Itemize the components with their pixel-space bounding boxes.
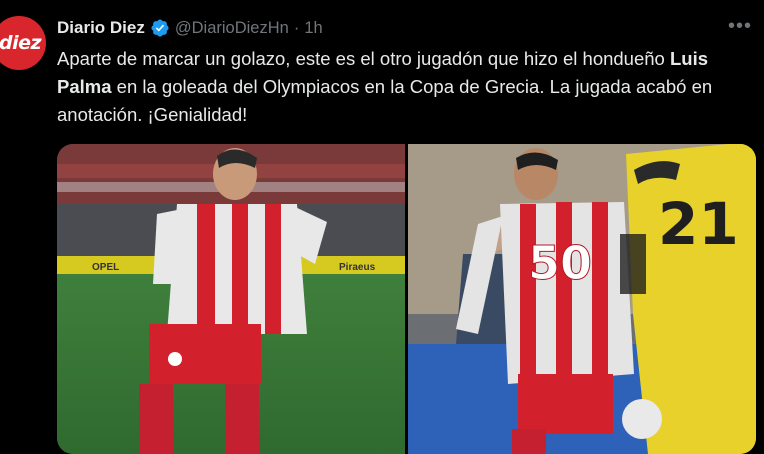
jersey-number-player: 50: [528, 236, 592, 290]
verified-badge-icon[interactable]: [150, 18, 170, 38]
tweet-header: Diario Diez @DiarioDiezHn · 1h: [57, 15, 764, 41]
board-text-left: OPEL: [92, 262, 119, 273]
tweet-text-part1: Aparte de marcar un golazo, este es el o…: [57, 48, 670, 69]
tweet-text: Aparte de marcar un golazo, este es el o…: [57, 45, 747, 129]
tweet-timestamp[interactable]: 1h: [304, 19, 322, 38]
author-display-name[interactable]: Diario Diez: [57, 18, 145, 38]
jersey-number-keeper: 21: [658, 190, 739, 258]
avatar-logo-text: diez: [0, 32, 42, 54]
header-separator: ·: [293, 18, 300, 37]
more-options-icon[interactable]: •••: [728, 16, 752, 36]
author-avatar[interactable]: diez: [0, 16, 46, 70]
board-text-right: Piraeus: [339, 262, 376, 273]
media-image-left[interactable]: OPEL Piraeus: [57, 144, 405, 454]
tweet-media[interactable]: OPEL Piraeus 50 21: [57, 144, 756, 454]
tweet-text-part2: en la goleada del Olympiacos en la Copa …: [57, 76, 713, 125]
media-image-right[interactable]: 50 21: [408, 144, 756, 454]
author-handle[interactable]: @DiarioDiezHn: [175, 19, 289, 38]
